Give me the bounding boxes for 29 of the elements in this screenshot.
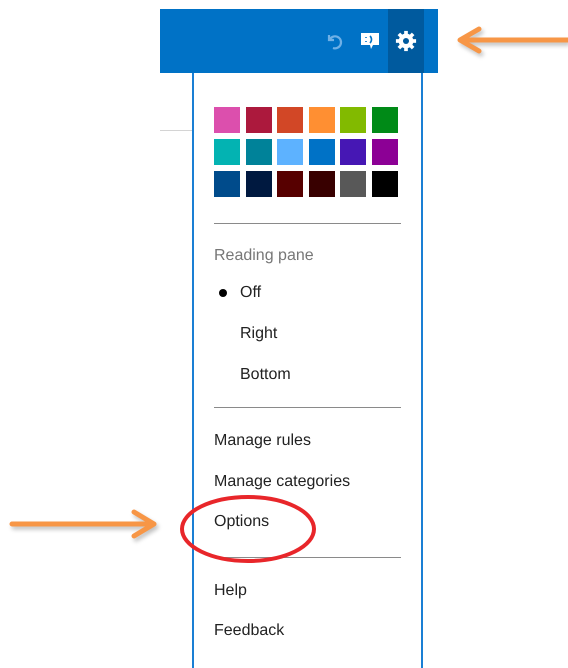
color-swatch[interactable] — [214, 139, 240, 165]
color-swatch[interactable] — [214, 107, 240, 133]
color-swatch[interactable] — [277, 107, 303, 133]
color-swatch[interactable] — [372, 139, 398, 165]
color-swatch[interactable] — [277, 139, 303, 165]
menu-item[interactable]: Help — [214, 570, 401, 611]
color-swatch[interactable] — [277, 171, 303, 197]
color-swatch[interactable] — [308, 171, 334, 197]
color-swatch[interactable] — [372, 171, 398, 197]
menu-item[interactable]: Manage categories — [214, 462, 401, 502]
menu-item[interactable]: Options — [214, 502, 401, 542]
color-swatch[interactable] — [340, 139, 366, 165]
color-swatch[interactable] — [372, 107, 398, 133]
menu-item[interactable]: Manage rules — [214, 421, 401, 462]
color-swatch[interactable] — [340, 107, 366, 133]
color-swatch[interactable] — [246, 107, 272, 133]
color-swatch[interactable] — [246, 171, 272, 197]
section-heading: Reading pane — [214, 247, 315, 265]
menu-item[interactable]: Feedback — [214, 611, 401, 652]
menu-option[interactable]: Right — [240, 324, 278, 342]
color-swatch[interactable] — [308, 139, 334, 165]
color-swatch[interactable] — [340, 171, 366, 197]
menu-option[interactable]: Off — [240, 284, 262, 302]
color-swatch[interactable] — [308, 107, 334, 133]
settings-icon — [395, 30, 417, 52]
color-swatch[interactable] — [246, 139, 272, 165]
menu-option[interactable]: Bottom — [240, 366, 291, 384]
color-swatch[interactable] — [214, 171, 240, 197]
settings-button[interactable] — [388, 9, 424, 73]
